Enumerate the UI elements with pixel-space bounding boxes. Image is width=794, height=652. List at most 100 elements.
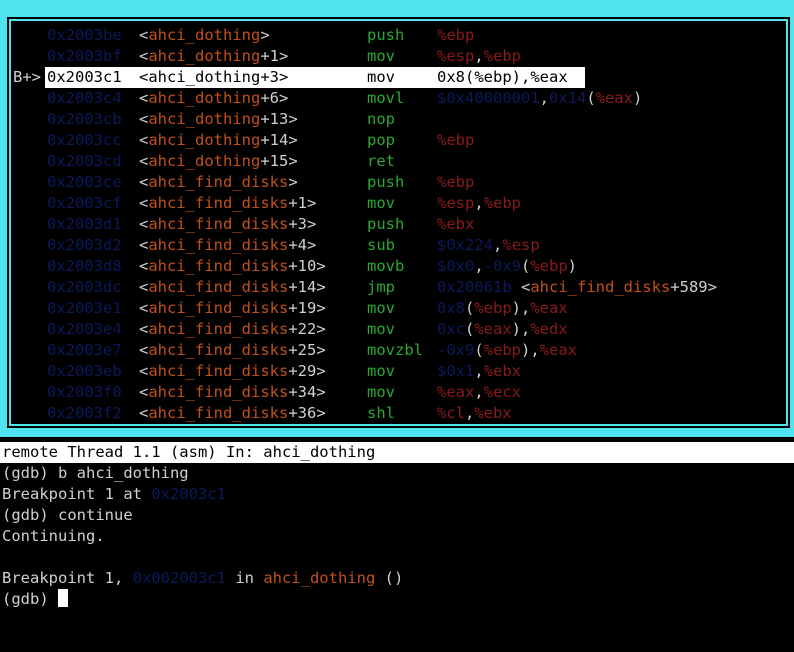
asm-line[interactable]: 0x2003be <ahci_dothing> push %ebp — [13, 25, 784, 46]
symbol-function: ahci_find_disks — [148, 362, 289, 380]
symbol-offset: +14> — [260, 131, 298, 149]
console-text: Breakpoint 1, — [2, 569, 133, 587]
asm-address: 0x2003cd — [47, 152, 122, 170]
asm-address: 0x2003d8 — [47, 257, 122, 275]
register: %eax — [595, 89, 633, 107]
symbol-function: ahci_find_disks — [148, 383, 289, 401]
immediate: $0x40000001 — [437, 89, 540, 107]
symbol-function: ahci_dothing — [148, 47, 261, 65]
asm-symbol: <ahci_find_disks+14> — [139, 277, 326, 298]
register: %eax — [539, 341, 577, 359]
symbol-bracket: < — [139, 299, 149, 317]
symbol-offset: +4> — [288, 236, 317, 254]
immediate: 0x8 — [437, 299, 465, 317]
asm-line[interactable]: 0x2003d2 <ahci_find_disks+4> sub $0x224,%es… — [13, 235, 784, 256]
operand-text: ( — [474, 341, 484, 359]
operand-text: , — [474, 194, 484, 212]
asm-line[interactable]: 0x2003e7 <ahci_find_disks+25> movzbl -0x9(%… — [13, 340, 784, 361]
asm-mnemonic: mov — [367, 383, 395, 401]
asm-listing: 0x2003be <ahci_dothing> push %ebp 0x2003bf <a… — [13, 23, 784, 422]
asm-line[interactable]: 0x2003ce <ahci_find_disks> push %ebp — [13, 172, 784, 193]
asm-address: 0x2003cc — [47, 131, 122, 149]
asm-symbol: <ahci_dothing+14> — [139, 130, 298, 151]
operand-text: , — [474, 47, 484, 65]
asm-symbol: <ahci_find_disks+10> — [139, 256, 326, 277]
asm-line[interactable]: 0x2003f0 <ahci_find_disks+34> mov %eax,%ecx — [13, 382, 784, 403]
symbol-function: ahci_dothing — [148, 131, 261, 149]
asm-mnemonic: push — [367, 26, 405, 44]
operand-text: ) — [567, 257, 578, 275]
operand-text: , — [474, 257, 484, 275]
operand-text: ) — [633, 89, 643, 107]
asm-line[interactable]: 0x2003e1 <ahci_find_disks+19> mov 0x8(%ebp)… — [13, 298, 784, 319]
symbol-function: ahci_find_disks — [148, 215, 289, 233]
console-prompt-line[interactable]: (gdb) — [2, 589, 792, 610]
register: %ebp — [483, 47, 521, 65]
asm-line[interactable]: 0x2003e4 <ahci_find_disks+22> mov 0xc(%eax)… — [13, 319, 784, 340]
symbol-bracket: < — [139, 215, 149, 233]
asm-line[interactable]: 0x2003cf <ahci_find_disks+1> mov %esp,%ebp — [13, 193, 784, 214]
asm-operands: %esp,%ebp — [437, 193, 521, 214]
asm-operands: %cl,%ebx — [437, 403, 512, 424]
symbol-bracket: < — [139, 26, 149, 44]
operand-text: ), — [521, 341, 540, 359]
asm-line[interactable]: 0x2003dc <ahci_find_disks+14> jmp 0x20061b … — [13, 277, 784, 298]
asm-address: 0x2003be — [47, 26, 122, 44]
register: %ebp — [530, 257, 568, 275]
asm-line[interactable]: 0x2003d1 <ahci_find_disks+3> push %ebx — [13, 214, 784, 235]
operand-text: , — [474, 383, 484, 401]
asm-line[interactable]: 0x2003cc <ahci_dothing+14> pop %ebp — [13, 130, 784, 151]
symbol-function: ahci_find_disks — [148, 320, 289, 338]
breakpoint-marker: B+> — [13, 68, 41, 86]
asm-symbol: <ahci_find_disks+22> — [139, 319, 326, 340]
symbol-offset: +1> — [288, 194, 317, 212]
asm-address: 0x2003ce — [47, 173, 122, 191]
asm-mnemonic: mov — [367, 68, 395, 86]
symbol-bracket: < — [139, 257, 149, 275]
asm-operands: $0x40000001,0x14(%eax) — [437, 88, 642, 109]
asm-line-current[interactable]: B+> 0x2003c1 <ahci_dothing+3> mov 0x8(%ebp),… — [13, 67, 784, 88]
symbol-function: ahci_find_disks — [148, 236, 289, 254]
symbol-bracket: < — [139, 341, 149, 359]
asm-line[interactable]: 0x2003f2 <ahci_find_disks+36> shl %cl,%ebx — [13, 403, 784, 424]
asm-line[interactable]: 0x2003cd <ahci_dothing+15> ret — [13, 151, 784, 172]
symbol-offset: +36> — [288, 404, 326, 422]
asm-line[interactable]: 0x2003eb <ahci_find_disks+29> mov $0x1,%ebx — [13, 361, 784, 382]
status-bar: remote Thread 1.1 (asm) In: ahci_dothing — [0, 442, 794, 463]
symbol-offset: +13> — [260, 110, 298, 128]
asm-line[interactable]: 0x2003cb <ahci_dothing+13> nop — [13, 109, 784, 130]
asm-mnemonic: mov — [367, 299, 395, 317]
register: %esp — [502, 236, 540, 254]
register: %ebx — [483, 362, 521, 380]
symbol-bracket: < — [139, 278, 149, 296]
console-text: Breakpoint 1 at — [2, 485, 152, 503]
command-console[interactable]: (gdb) b ahci_dothing Breakpoint 1 at 0x2… — [2, 463, 792, 610]
symbol-bracket: < — [139, 152, 149, 170]
asm-mnemonic: pop — [367, 131, 395, 149]
asm-address: 0x2003c1 — [47, 68, 122, 86]
register: %ebp — [483, 194, 521, 212]
asm-address: 0x2003cb — [47, 110, 122, 128]
asm-line[interactable]: 0x2003d8 <ahci_find_disks+10> movb $0x0,-0x… — [13, 256, 784, 277]
register: %edx — [530, 320, 568, 338]
symbol-function: ahci_dothing — [148, 68, 261, 86]
asm-address: 0x2003c4 — [47, 89, 122, 107]
asm-operands: %ebp — [437, 172, 474, 193]
asm-symbol: <ahci_dothing+15> — [139, 151, 298, 172]
symbol-offset: +25> — [288, 341, 326, 359]
asm-address: 0x2003e1 — [47, 299, 122, 317]
symbol-bracket: < — [139, 236, 149, 254]
symbol-function: ahci_dothing — [148, 152, 261, 170]
asm-line[interactable]: 0x2003bf <ahci_dothing+1> mov %esp,%ebp — [13, 46, 784, 67]
asm-symbol: <ahci_dothing+3> — [139, 67, 288, 88]
asm-symbol: <ahci_dothing> — [139, 25, 270, 46]
asm-address: 0x2003bf — [47, 47, 122, 65]
symbol-offset: +10> — [288, 257, 326, 275]
asm-address: 0x2003e7 — [47, 341, 122, 359]
asm-symbol: <ahci_find_disks+36> — [139, 403, 326, 424]
asm-window[interactable]: 0x2003be <ahci_dothing> push %ebp 0x2003bf <a… — [7, 17, 790, 428]
asm-line[interactable]: 0x2003c4 <ahci_dothing+6> movl $0x40000001,… — [13, 88, 784, 109]
operand-text: ), — [511, 299, 531, 317]
operand-text: , — [539, 89, 549, 107]
